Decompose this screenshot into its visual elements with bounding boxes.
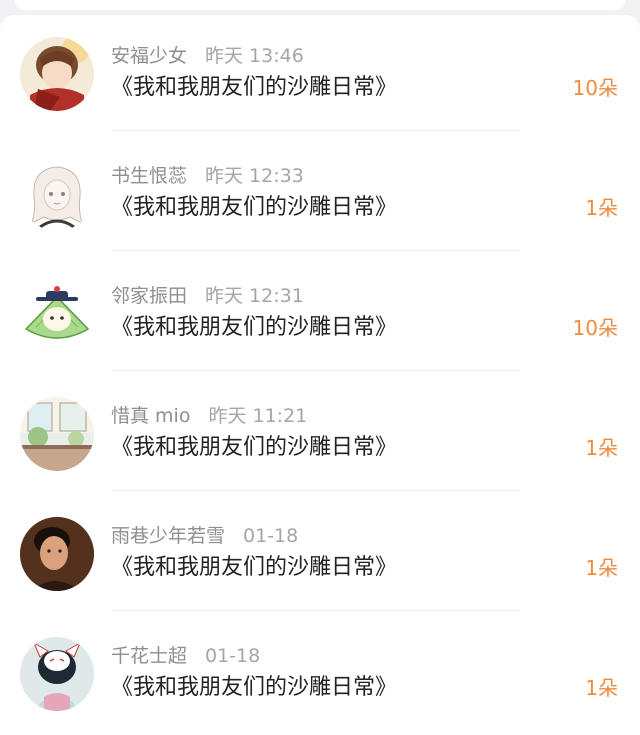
previous-card-edge — [14, 0, 626, 10]
flower-count: 1朵 — [585, 436, 618, 460]
user-name[interactable]: 书生恨蕊 — [111, 165, 187, 187]
list-item[interactable]: 书生恨蕊 昨天 12:33 《我和我朋友们的沙雕日常》 1朵 — [0, 135, 640, 255]
flower-count: 1朵 — [585, 676, 618, 700]
avatar[interactable] — [20, 277, 94, 351]
gift-list-card: 安福少女 昨天 13:46 《我和我朋友们的沙雕日常》 10朵 书生恨蕊 昨天 12… — [0, 15, 640, 735]
book-title[interactable]: 《我和我朋友们的沙雕日常》 — [111, 432, 397, 464]
gift-sender-line: 惜真 mio 昨天 11:21 — [111, 403, 307, 429]
timestamp: 01-18 — [243, 525, 299, 547]
list-item[interactable]: 雨巷少年若雪 01-18 《我和我朋友们的沙雕日常》 1朵 — [0, 495, 640, 615]
book-title[interactable]: 《我和我朋友们的沙雕日常》 — [111, 552, 397, 584]
user-name[interactable]: 邻家振田 — [111, 285, 187, 307]
row-divider — [111, 610, 521, 611]
user-name[interactable]: 千花士超 — [111, 645, 187, 667]
cartoon-zongzi-official-avatar — [20, 277, 94, 351]
timestamp: 昨天 12:33 — [205, 165, 304, 187]
flower-count: 10朵 — [572, 76, 618, 100]
avatar[interactable] — [20, 397, 94, 471]
boy-with-red-scarf-avatar — [20, 37, 94, 111]
book-title[interactable]: 《我和我朋友们的沙雕日常》 — [111, 72, 397, 104]
gift-sender-line: 书生恨蕊 昨天 12:33 — [111, 163, 304, 189]
gift-sender-line: 雨巷少年若雪 01-18 — [111, 523, 298, 549]
gift-sender-line: 千花士超 01-18 — [111, 643, 260, 669]
flower-count: 1朵 — [585, 556, 618, 580]
list-item[interactable]: 安福少女 昨天 13:46 《我和我朋友们的沙雕日常》 10朵 — [0, 15, 640, 135]
timestamp: 昨天 12:31 — [205, 285, 304, 307]
row-divider — [111, 130, 521, 131]
fox-mask-girl-avatar — [20, 637, 94, 711]
row-divider — [111, 370, 521, 371]
flower-count: 1朵 — [585, 196, 618, 220]
list-item[interactable]: 惜真 mio 昨天 11:21 《我和我朋友们的沙雕日常》 1朵 — [0, 375, 640, 495]
timestamp: 01-18 — [205, 645, 261, 667]
user-name[interactable]: 安福少女 — [111, 45, 187, 67]
row-divider — [111, 490, 521, 491]
avatar[interactable] — [20, 37, 94, 111]
anime-girl-sketch-avatar — [20, 157, 94, 231]
book-title[interactable]: 《我和我朋友们的沙雕日常》 — [111, 192, 397, 224]
window-scenery-avatar — [20, 397, 94, 471]
avatar[interactable] — [20, 637, 94, 711]
gift-sender-line: 安福少女 昨天 13:46 — [111, 43, 304, 69]
timestamp: 昨天 13:46 — [205, 45, 304, 67]
timestamp: 昨天 11:21 — [208, 405, 308, 427]
book-title[interactable]: 《我和我朋友们的沙雕日常》 — [111, 672, 397, 704]
man-portrait-avatar — [20, 517, 94, 591]
avatar[interactable] — [20, 157, 94, 231]
avatar[interactable] — [20, 517, 94, 591]
list-item[interactable]: 千花士超 01-18 《我和我朋友们的沙雕日常》 1朵 — [0, 615, 640, 735]
flower-count: 10朵 — [572, 316, 618, 340]
user-name[interactable]: 惜真 mio — [111, 405, 190, 427]
gift-sender-line: 邻家振田 昨天 12:31 — [111, 283, 304, 309]
list-item[interactable]: 邻家振田 昨天 12:31 《我和我朋友们的沙雕日常》 10朵 — [0, 255, 640, 375]
user-name[interactable]: 雨巷少年若雪 — [111, 525, 225, 547]
book-title[interactable]: 《我和我朋友们的沙雕日常》 — [111, 312, 397, 344]
row-divider — [111, 250, 521, 251]
